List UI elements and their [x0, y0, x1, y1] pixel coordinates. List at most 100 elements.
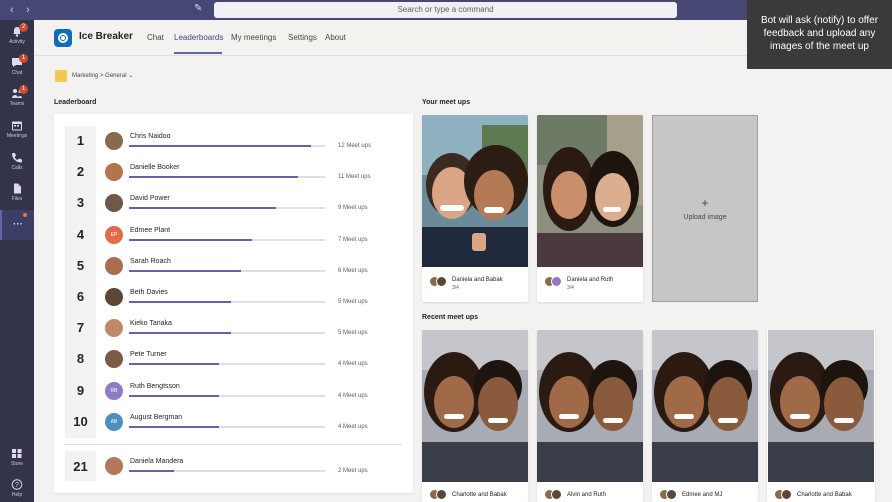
notification-badge: 1 [19, 85, 28, 94]
avatar [105, 457, 123, 475]
activity-dot [23, 213, 27, 217]
meetup-caption: Daniela and Babak [452, 277, 503, 283]
rail-label: Activity [9, 39, 25, 45]
progress-fill [129, 301, 231, 303]
meetup-photo [422, 115, 528, 267]
rail-label: Meetings [6, 133, 28, 139]
meetup-photo [652, 330, 758, 482]
compose-icon[interactable]: ✎ [194, 3, 206, 15]
meetup-count: 5 Meet ups [338, 330, 368, 337]
recent-meetup-card[interactable]: Charlotte and Babak [767, 330, 875, 502]
avatar-initials [105, 257, 123, 275]
progress-fill [129, 145, 311, 147]
rank-number: 1 [76, 133, 85, 148]
bot-notification-tooltip: Bot will ask (notify) to offer feedback … [747, 0, 892, 69]
rank-number: 5 [76, 257, 85, 273]
breadcrumb[interactable]: Marketing > General ⌄ [72, 72, 133, 79]
channel-icon [55, 70, 67, 82]
notification-badge: 1 [19, 54, 28, 63]
participant-avatar [436, 489, 447, 500]
help-icon: ? [11, 479, 23, 490]
file-icon [11, 183, 23, 194]
rail-item-store[interactable]: Store [0, 444, 34, 474]
progress-fill [129, 470, 174, 472]
meetup-count: 4 Meet ups [338, 361, 368, 368]
app-rail: Activity 2 Chat 1 Teams 1 Meetings Calls… [0, 20, 34, 502]
avatar-initials: AB [110, 418, 118, 425]
participant-avatar [666, 489, 677, 500]
meetup-card[interactable]: Daniela and Babak 3/4 [422, 115, 528, 302]
rank-number: 21 [73, 459, 88, 474]
progress-fill [129, 269, 241, 272]
plus-icon: + [701, 196, 709, 210]
progress-fill [129, 394, 219, 397]
rank-number: 10 [73, 413, 88, 429]
meetup-photo [537, 115, 643, 267]
meetup-count: 7 Meet ups [338, 236, 368, 243]
progress-fill [129, 207, 276, 210]
avatar-initials: RB [110, 387, 118, 394]
progress-track [129, 394, 325, 397]
progress-track [129, 301, 325, 303]
progress-track [129, 269, 325, 272]
back-arrow-icon[interactable]: ‹ [10, 3, 14, 17]
svg-text:?: ? [15, 482, 19, 489]
rank-number: 8 [76, 351, 85, 367]
rail-item-meetings[interactable]: Meetings [0, 116, 34, 146]
meetup-count: 6 Meet ups [338, 267, 368, 274]
rail-item-files[interactable]: Files [0, 179, 34, 209]
tab-settings[interactable]: Settings [288, 33, 317, 42]
search-input[interactable]: Search or type a command [214, 2, 677, 18]
participant-name: David Power [130, 195, 170, 203]
store-icon [11, 448, 23, 459]
rail-label: Calls [11, 165, 23, 171]
meetup-photo [767, 330, 875, 482]
calendar-icon [11, 120, 23, 131]
your-meetups-title: Your meet ups [422, 99, 471, 106]
participant-name: Danielle Booker [130, 164, 180, 172]
avatar-initials: EP [110, 231, 118, 238]
recent-meetup-card[interactable]: Charlotte and Babak [422, 330, 528, 502]
rail-label: Store [11, 461, 23, 467]
avatar-initials [105, 132, 123, 150]
rail-item-calls[interactable]: Calls [0, 148, 34, 178]
app-title: Ice Breaker [79, 31, 133, 42]
rail-item-activity[interactable]: Activity 2 [0, 22, 34, 52]
progress-track [129, 238, 325, 241]
rank-number: 3 [76, 195, 85, 211]
rank-number: 7 [76, 320, 85, 336]
meetup-count: 11 Meet ups [338, 174, 371, 181]
ice-breaker-logo-icon [54, 29, 72, 47]
rail-item-teams[interactable]: Teams 1 [0, 84, 34, 114]
tab-about[interactable]: About [325, 33, 346, 42]
rail-item-chat[interactable]: Chat 1 [0, 53, 34, 83]
rail-item-help[interactable]: ? Help [0, 475, 34, 502]
progress-track [129, 425, 325, 428]
tab-chat[interactable]: Chat [147, 33, 164, 42]
rank-number: 2 [76, 164, 85, 180]
phone-icon [11, 152, 23, 163]
participant-name: Kieko Tanaka [130, 320, 172, 328]
forward-arrow-icon[interactable]: › [26, 3, 30, 17]
meetup-card[interactable]: Daniela and Ruth 3/4 [537, 115, 643, 302]
participant-name: Pete Turner [130, 351, 167, 359]
recent-meetups-title: Recent meet ups [422, 314, 479, 321]
participant-name: Daniela Mandera [130, 458, 184, 465]
tab-leaderboards[interactable]: Leaderboards [174, 33, 223, 42]
progress-track [129, 332, 325, 335]
recent-meetup-card[interactable]: Alvin and Ruth [537, 330, 643, 502]
upload-image-button[interactable]: + Upload image [652, 115, 758, 302]
rail-item-more-apps[interactable]: ··· [0, 210, 34, 240]
meetup-count: 9 Meet ups [338, 205, 368, 212]
meetup-count: 12 Meet ups [338, 143, 372, 149]
tab-my-meetings[interactable]: My meetings [231, 33, 276, 42]
progress-fill [129, 425, 219, 428]
meetup-caption: Charlotte and Babak [797, 492, 852, 498]
rail-label: Chat [11, 70, 23, 76]
progress-track [129, 176, 325, 179]
meetup-caption: Edmee and MJ [682, 492, 723, 498]
participant-name: Ruth Bengtsson [130, 382, 180, 390]
participant-avatar [551, 489, 562, 500]
participant-avatar [551, 276, 562, 287]
recent-meetup-card[interactable]: Edmee and MJ [652, 330, 758, 502]
